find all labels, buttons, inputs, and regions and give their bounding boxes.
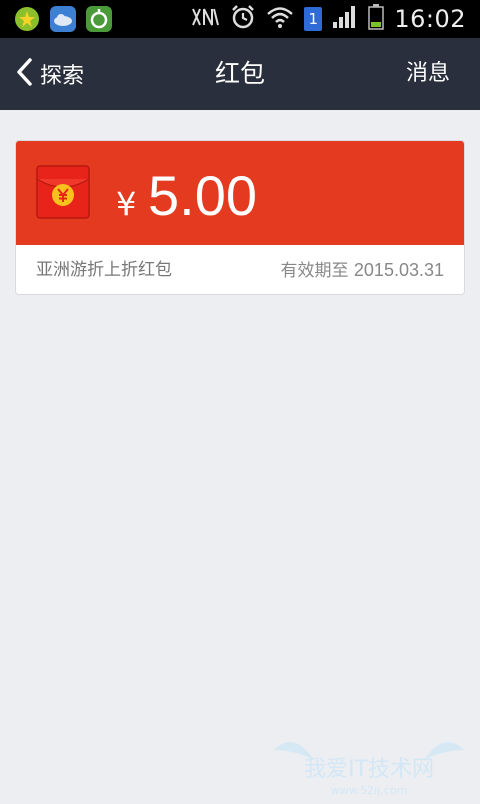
- expiry-date: 2015.03.31: [353, 260, 444, 280]
- red-packet-footer: 亚洲游折上折红包 有效期至 2015.03.31: [16, 245, 464, 294]
- alarm-icon: [230, 4, 256, 34]
- back-button[interactable]: 探索: [14, 38, 84, 110]
- chevron-left-icon: [14, 57, 34, 91]
- battery-icon: [368, 4, 385, 34]
- weather-icon: [50, 6, 76, 32]
- expiry-prefix: 有效期至: [280, 261, 349, 281]
- svg-text:我爱IT技术网: 我爱IT技术网: [304, 757, 434, 782]
- wifi-icon: [266, 5, 294, 33]
- nfc-off-icon: [190, 5, 220, 33]
- red-envelope-icon: [36, 165, 90, 219]
- red-packet-amount: 5.00: [148, 164, 257, 227]
- clock-time: 16:02: [394, 5, 466, 33]
- red-packet-header: ¥ 5.00: [16, 141, 464, 245]
- unlock-icon: [86, 6, 112, 32]
- status-bar: 1 16:02: [0, 0, 480, 38]
- currency-symbol: ¥: [116, 185, 137, 223]
- svg-text:www.52ij.com: www.52ij.com: [331, 784, 408, 797]
- site-watermark: 我爱IT技术网 www.52ij.com: [264, 720, 474, 800]
- app-360-icon: [14, 6, 40, 32]
- back-label: 探索: [40, 64, 85, 89]
- red-packet-expiry: 有效期至 2015.03.31: [280, 245, 445, 294]
- red-packet-card[interactable]: ¥ 5.00 亚洲游折上折红包 有效期至 2015.03.31: [15, 140, 465, 295]
- red-packet-name: 亚洲游折上折红包: [36, 260, 172, 280]
- sim-indicator: 1: [304, 7, 323, 31]
- title-bar: 探索 红包 消息: [0, 38, 480, 110]
- messages-button[interactable]: 消息: [406, 38, 450, 110]
- signal-icon: [332, 5, 358, 33]
